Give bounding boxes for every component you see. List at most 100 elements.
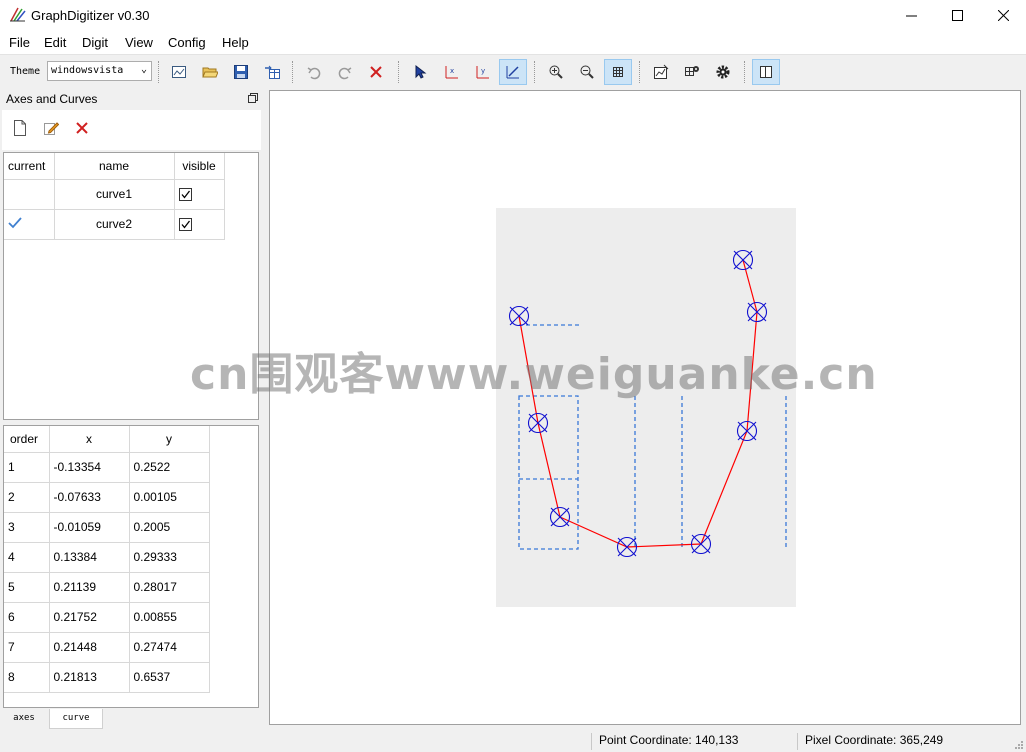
table-settings-button[interactable] xyxy=(678,59,706,85)
order-cell[interactable]: 6 xyxy=(4,602,50,633)
order-cell[interactable]: 8 xyxy=(4,662,50,693)
y-cell[interactable]: 0.2005 xyxy=(129,512,210,543)
current-cell[interactable] xyxy=(4,179,55,210)
table-row[interactable]: curve2 xyxy=(4,209,225,240)
export-table-icon xyxy=(265,65,280,79)
edit-curve-button[interactable] xyxy=(42,119,60,137)
table-row[interactable]: 2 -0.07633 0.00105 xyxy=(4,482,210,513)
table-row[interactable]: curve1 xyxy=(4,179,225,210)
x-cell[interactable]: 0.21139 xyxy=(49,572,130,603)
minimize-button[interactable] xyxy=(888,0,934,31)
visible-cell[interactable] xyxy=(174,209,225,240)
x-cell[interactable]: 0.21813 xyxy=(49,662,130,693)
auto-digitize-button[interactable] xyxy=(647,59,675,85)
column-header-x[interactable]: x xyxy=(49,426,130,453)
order-cell[interactable]: 7 xyxy=(4,632,50,663)
check-mark-icon xyxy=(181,220,190,229)
tab-axes[interactable]: axes xyxy=(3,709,45,729)
x-cell[interactable]: 0.13384 xyxy=(49,542,130,573)
order-cell[interactable]: 3 xyxy=(4,512,50,543)
redo-icon xyxy=(338,67,352,80)
maximize-button[interactable] xyxy=(934,0,980,31)
menu-view[interactable]: View xyxy=(125,35,153,50)
table-row[interactable]: 5 0.21139 0.28017 xyxy=(4,572,210,603)
order-cell[interactable]: 2 xyxy=(4,482,50,513)
y-cell[interactable]: 0.29333 xyxy=(129,542,210,573)
column-header-y[interactable]: y xyxy=(129,426,210,453)
y-cell[interactable]: 0.6537 xyxy=(129,662,210,693)
table-row[interactable]: 3 -0.01059 0.2005 xyxy=(4,512,210,543)
order-cell[interactable]: 1 xyxy=(4,452,50,483)
maximize-icon xyxy=(951,10,963,21)
table-row[interactable]: 4 0.13384 0.29333 xyxy=(4,542,210,573)
settings-button[interactable] xyxy=(709,59,737,85)
visible-cell[interactable] xyxy=(174,179,225,210)
export-button[interactable] xyxy=(258,59,286,85)
undo-button[interactable] xyxy=(300,59,328,85)
table-row[interactable]: 6 0.21752 0.00855 xyxy=(4,602,210,633)
menu-help[interactable]: Help xyxy=(222,35,249,50)
table-row[interactable]: 1 -0.13354 0.2522 xyxy=(4,452,210,483)
new-document-icon xyxy=(14,120,26,136)
restore-window-icon xyxy=(248,93,258,103)
open-image-button[interactable] xyxy=(165,59,193,85)
y-cell[interactable]: 0.27474 xyxy=(129,632,210,663)
column-header-visible[interactable]: visible xyxy=(174,153,225,180)
column-header-order[interactable]: order xyxy=(4,426,50,453)
toggle-panel-button[interactable] xyxy=(752,59,780,85)
canvas-drawing[interactable] xyxy=(270,91,1020,724)
current-cell[interactable] xyxy=(4,209,55,240)
column-header-name[interactable]: name xyxy=(54,153,175,180)
menu-digit[interactable]: Digit xyxy=(82,35,108,50)
digitizer-canvas[interactable] xyxy=(269,90,1021,725)
delete-curve-button[interactable] xyxy=(73,119,91,137)
panel-layout-icon xyxy=(760,66,772,78)
visible-checkbox[interactable] xyxy=(178,188,192,202)
menu-edit[interactable]: Edit xyxy=(44,35,66,50)
order-cell[interactable]: 4 xyxy=(4,542,50,573)
order-cell[interactable]: 5 xyxy=(4,572,50,603)
resize-grip-icon[interactable] xyxy=(1014,740,1024,750)
close-icon xyxy=(997,10,1009,21)
save-button[interactable] xyxy=(227,59,255,85)
check-mark-icon xyxy=(181,190,190,199)
redo-button[interactable] xyxy=(331,59,359,85)
visible-checkbox[interactable] xyxy=(178,218,192,232)
y-cell[interactable]: 0.2522 xyxy=(129,452,210,483)
dock-float-button[interactable] xyxy=(248,93,258,106)
zoom-in-button[interactable] xyxy=(542,59,570,85)
curve-name-cell[interactable]: curve1 xyxy=(54,179,175,210)
add-point-button[interactable] xyxy=(499,59,527,85)
y-cell[interactable]: 0.00855 xyxy=(129,602,210,633)
zoom-out-button[interactable] xyxy=(573,59,601,85)
x-cell[interactable]: 0.21752 xyxy=(49,602,130,633)
close-button[interactable] xyxy=(980,0,1026,31)
toolbar-separator xyxy=(398,61,399,83)
x-cell[interactable]: -0.13354 xyxy=(49,452,130,483)
theme-select[interactable]: windowsvista ⌄ xyxy=(47,61,152,81)
dock-title-bar: Axes and Curves xyxy=(2,90,261,108)
select-tool-button[interactable] xyxy=(406,59,434,85)
column-header-current[interactable]: current xyxy=(4,153,55,180)
y-cell[interactable]: 0.00105 xyxy=(129,482,210,513)
table-row[interactable]: 8 0.21813 0.6537 xyxy=(4,662,210,693)
new-curve-button[interactable] xyxy=(11,119,29,137)
x-cell[interactable]: 0.21448 xyxy=(49,632,130,663)
delete-button[interactable] xyxy=(362,59,390,85)
point-coordinate-status: Point Coordinate: 140,133 xyxy=(599,733,739,747)
menu-file[interactable]: File xyxy=(9,35,30,50)
theme-select-value: windowsvista xyxy=(51,65,124,76)
toolbar-separator xyxy=(639,61,640,83)
y-cell[interactable]: 0.28017 xyxy=(129,572,210,603)
tab-curve[interactable]: curve xyxy=(49,709,103,729)
set-x-axis-button[interactable]: x xyxy=(437,59,465,85)
table-row[interactable]: 7 0.21448 0.27474 xyxy=(4,632,210,663)
open-project-button[interactable] xyxy=(196,59,224,85)
grid-toggle-button[interactable] xyxy=(604,59,632,85)
x-cell[interactable]: -0.07633 xyxy=(49,482,130,513)
set-y-axis-button[interactable]: y xyxy=(468,59,496,85)
curve-name-cell[interactable]: curve2 xyxy=(54,209,175,240)
x-cell[interactable]: -0.01059 xyxy=(49,512,130,543)
menu-config[interactable]: Config xyxy=(168,35,206,50)
toolbar-separator xyxy=(744,61,745,83)
